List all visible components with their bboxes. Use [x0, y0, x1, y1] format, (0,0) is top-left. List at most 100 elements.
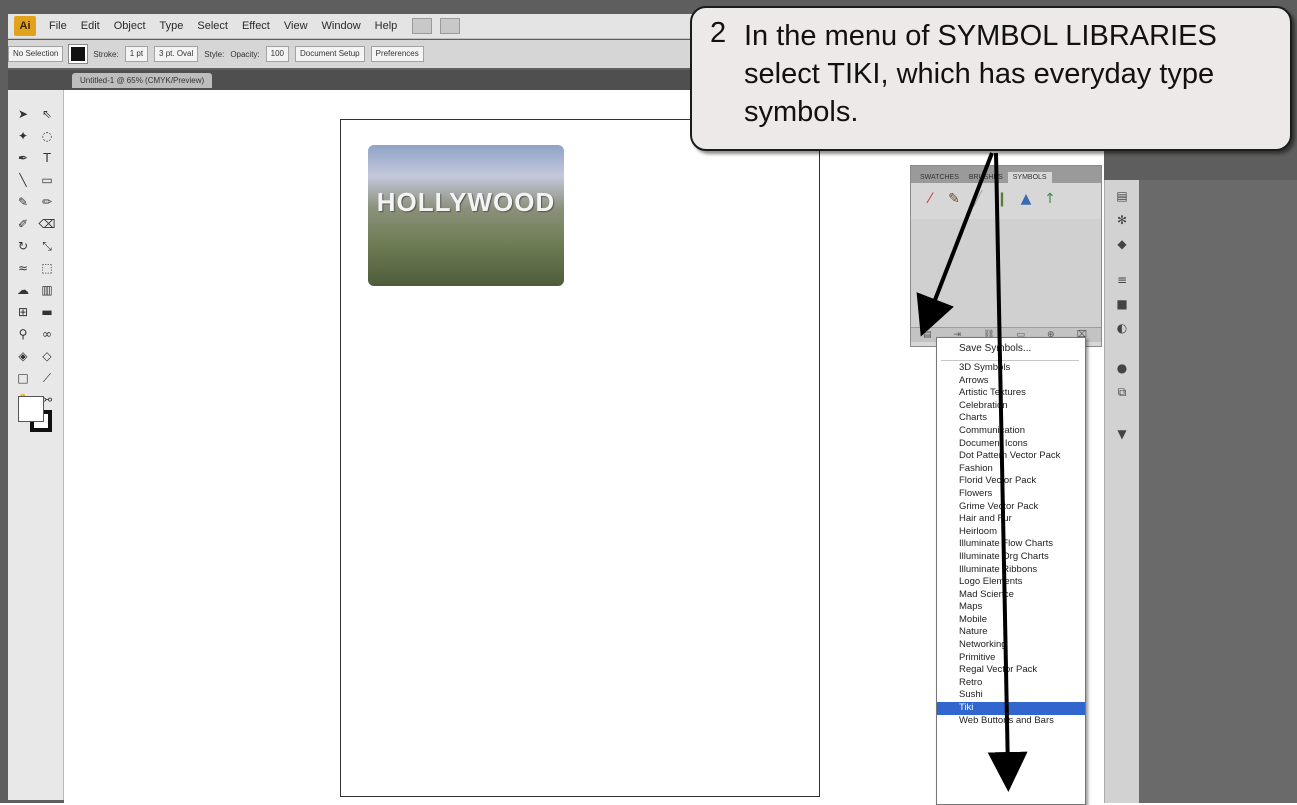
library-menu-item[interactable]: Communication [937, 425, 1085, 438]
tab-swatches[interactable]: SWATCHES [915, 172, 964, 183]
color-guide-icon[interactable]: ◆ [1113, 236, 1131, 252]
artboard-tool-icon[interactable]: □ [12, 368, 34, 388]
library-menu-item[interactable]: Retro [937, 677, 1085, 690]
preferences-button[interactable]: Preferences [370, 46, 424, 62]
symbol-thumbnail[interactable]: ╱ [969, 189, 987, 209]
library-menu-item[interactable]: Celebration [937, 400, 1085, 413]
library-menu-item[interactable]: Artistic Textures [937, 387, 1085, 400]
blend-tool-icon[interactable]: ∞ [36, 324, 58, 344]
library-menu-item[interactable]: 3D Symbols [937, 362, 1085, 375]
library-menu-item[interactable]: Logo Elements [937, 576, 1085, 589]
library-menu-item[interactable]: Florid Vector Pack [937, 475, 1085, 488]
menu-select[interactable]: Select [190, 20, 235, 32]
eraser-tool-icon[interactable]: ⌫ [36, 214, 58, 234]
rotate-tool-icon[interactable]: ↻ [12, 236, 34, 256]
live-paint-tool-icon[interactable]: ◈ [12, 346, 34, 366]
hollywood-sign-image[interactable]: HOLLYWOOD [368, 145, 564, 286]
stroke-label: Stroke: [93, 49, 119, 59]
menu-window[interactable]: Window [315, 20, 368, 32]
symbol-libraries-menu-icon[interactable]: ▤ [923, 330, 932, 340]
type-tool-icon[interactable]: T [36, 148, 58, 168]
library-menu-item[interactable]: Dot Pattern Vector Pack [937, 450, 1085, 463]
paintbrush-tool-icon[interactable]: ✎ [12, 192, 34, 212]
arrange-documents-icon[interactable] [440, 18, 461, 34]
gradient-tool-icon[interactable]: ▬ [36, 302, 58, 322]
collapse-dock-icon[interactable]: ▼ [1113, 426, 1131, 442]
library-menu-item[interactable]: Primitive [937, 652, 1085, 665]
selection-tool-icon[interactable]: ➤ [12, 104, 34, 124]
live-paint-selection-tool-icon[interactable]: ◇ [36, 346, 58, 366]
menu-type[interactable]: Type [153, 20, 191, 32]
fill-swatch[interactable] [68, 44, 89, 64]
lasso-tool-icon[interactable]: ◌ [36, 126, 58, 146]
stroke-weight-field[interactable]: 1 pt [124, 46, 149, 62]
layers-panel-icon[interactable]: ⧉ [1113, 384, 1131, 400]
line-tool-icon[interactable]: ╲ [12, 170, 34, 190]
symbols-dock-icon[interactable]: ✻ [1113, 212, 1131, 228]
color-panel-icon[interactable]: ▤ [1113, 188, 1131, 204]
menu-effect[interactable]: Effect [235, 20, 277, 32]
symbol-thumbnails: ⁄ ✎ ╱ ❙ ▲ ↑ [911, 183, 1101, 219]
transparency-panel-icon[interactable]: ◐ [1113, 320, 1131, 336]
warp-tool-icon[interactable]: ≈ [12, 258, 34, 278]
library-menu-item[interactable]: Document Icons [937, 438, 1085, 451]
opacity-field[interactable]: 100 [265, 46, 290, 62]
library-menu-item[interactable]: Charts [937, 412, 1085, 425]
tab-symbols[interactable]: SYMBOLS [1007, 172, 1052, 183]
symbol-thumbnail[interactable]: ❙ [993, 189, 1011, 209]
symbol-thumbnail[interactable]: ✎ [945, 189, 963, 209]
illustrator-logo-icon: Ai [14, 16, 36, 36]
rectangle-tool-icon[interactable]: ▭ [36, 170, 58, 190]
pen-tool-icon[interactable]: ✒ [12, 148, 34, 168]
library-menu-item[interactable]: Arrows [937, 375, 1085, 388]
library-menu-item[interactable]: Sushi [937, 689, 1085, 702]
symbol-thumbnail[interactable]: ⁄ [921, 189, 939, 209]
library-menu-item[interactable]: Illuminate Org Charts [937, 551, 1085, 564]
brush-definition-field[interactable]: 3 pt. Oval [154, 46, 199, 62]
library-menu-item[interactable]: Illuminate Flow Charts [937, 538, 1085, 551]
symbols-list-area [911, 219, 1101, 327]
symbol-thumbnail[interactable]: ▲ [1017, 189, 1035, 209]
callout-step-number: 2 [710, 17, 727, 49]
mesh-tool-icon[interactable]: ⊞ [12, 302, 34, 322]
scale-tool-icon[interactable]: ⤡ [36, 236, 58, 256]
slice-tool-icon[interactable]: ⟋ [36, 368, 58, 388]
library-menu-item[interactable]: Mad Science [937, 589, 1085, 602]
bridge-icon[interactable] [412, 18, 433, 34]
library-menu-item[interactable]: Grime Vector Pack [937, 501, 1085, 514]
symbol-sprayer-tool-icon[interactable]: ☁ [12, 280, 34, 300]
symbol-thumbnail[interactable]: ↑ [1041, 189, 1059, 209]
library-menu-item[interactable]: Tiki [937, 702, 1085, 715]
library-menu-item[interactable]: Regal Vector Pack [937, 664, 1085, 677]
appearance-panel-icon[interactable]: ● [1113, 360, 1131, 376]
library-menu-item[interactable]: Heirloom [937, 526, 1085, 539]
library-menu-item[interactable]: Illuminate Ribbons [937, 564, 1085, 577]
blob-brush-tool-icon[interactable]: ✐ [12, 214, 34, 234]
document-tab[interactable]: Untitled-1 @ 65% (CMYK/Preview) [72, 73, 213, 88]
library-menu-item[interactable]: Flowers [937, 488, 1085, 501]
menu-file[interactable]: File [42, 20, 74, 32]
direct-selection-tool-icon[interactable]: ⇖ [36, 104, 58, 124]
gradient-panel-icon[interactable]: ■ [1113, 296, 1131, 312]
tab-brushes[interactable]: BRUSHES [964, 172, 1008, 183]
pencil-tool-icon[interactable]: ✏ [36, 192, 58, 212]
menu-help[interactable]: Help [368, 20, 405, 32]
column-graph-tool-icon[interactable]: ▥ [36, 280, 58, 300]
menu-view[interactable]: View [277, 20, 315, 32]
eyedropper-tool-icon[interactable]: ⚲ [12, 324, 34, 344]
library-menu-item[interactable]: Maps [937, 601, 1085, 614]
save-symbols-item[interactable]: Save Symbols... [959, 343, 1031, 354]
library-menu-item[interactable]: Hair and Fur [937, 513, 1085, 526]
menu-object[interactable]: Object [107, 20, 153, 32]
free-transform-tool-icon[interactable]: ⬚ [36, 258, 58, 278]
library-menu-item[interactable]: Web Buttons and Bars [937, 715, 1085, 728]
fill-color-box[interactable] [18, 396, 44, 422]
document-setup-button[interactable]: Document Setup [295, 46, 365, 62]
library-menu-item[interactable]: Networking [937, 639, 1085, 652]
magic-wand-tool-icon[interactable]: ✦ [12, 126, 34, 146]
menu-edit[interactable]: Edit [74, 20, 107, 32]
library-menu-item[interactable]: Mobile [937, 614, 1085, 627]
library-menu-item[interactable]: Nature [937, 626, 1085, 639]
library-menu-item[interactable]: Fashion [937, 463, 1085, 476]
stroke-panel-icon[interactable]: ≡ [1113, 272, 1131, 288]
